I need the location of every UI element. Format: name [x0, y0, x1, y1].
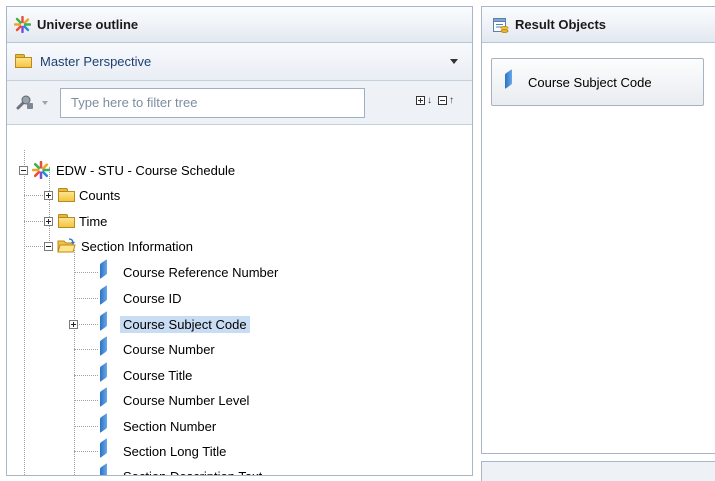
tree-item-label: Course Number — [123, 341, 215, 357]
tree-connector-line — [74, 298, 98, 299]
tree-folder-section-information[interactable]: Section Information — [57, 236, 196, 256]
expand-time-toggle[interactable] — [44, 217, 53, 226]
expand-course-subject-code-toggle[interactable] — [69, 320, 78, 329]
collapse-root-toggle[interactable] — [19, 166, 28, 175]
tree-connector-line — [74, 272, 98, 273]
tree-folder-counts[interactable]: Counts — [57, 185, 123, 205]
tree-folder-time[interactable]: Time — [57, 211, 110, 231]
perspective-label: Master Perspective — [40, 54, 152, 69]
tree-root[interactable]: EDW - STU - Course Schedule — [32, 160, 238, 180]
dimension-object-icon — [99, 290, 109, 306]
universe-outline-header: Universe outline — [7, 7, 472, 43]
dimension-object-icon — [99, 316, 109, 332]
collapse-all-icon[interactable]: ↑ — [438, 95, 456, 109]
dimension-object-icon — [99, 392, 109, 408]
tree-root-label: EDW - STU - Course Schedule — [56, 162, 236, 178]
tree-item[interactable]: Course Number Level — [99, 390, 252, 410]
tree-item[interactable]: Section Description Text — [99, 466, 265, 476]
expand-counts-toggle[interactable] — [44, 191, 53, 200]
dimension-object-icon — [99, 264, 109, 280]
tree-item[interactable]: Section Number — [99, 416, 219, 436]
tree-item-label: Course Reference Number — [123, 264, 279, 280]
dimension-object-icon — [504, 74, 514, 90]
folder-label: Section Information — [81, 238, 194, 254]
tree-connector-line — [74, 250, 75, 475]
tree-connector-line — [74, 349, 98, 350]
tree-item-selected[interactable]: Course Subject Code — [99, 314, 250, 334]
tree-connector-line — [24, 246, 45, 247]
tree-item[interactable]: Section Long Title — [99, 441, 229, 461]
dimension-object-icon — [99, 468, 109, 475]
result-object-label: Course Subject Code — [528, 74, 652, 90]
perspective-folder-icon — [14, 54, 33, 69]
result-object-chip[interactable]: Course Subject Code — [491, 58, 704, 106]
tree-item[interactable]: Course Reference Number — [99, 262, 281, 282]
universe-outline-panel: Universe outline Master Perspective ↓ ↑ — [6, 6, 473, 476]
tree-connector-line — [24, 221, 45, 222]
tools-menu-caret-icon[interactable] — [42, 100, 48, 105]
universe-outline-title: Universe outline — [37, 17, 139, 32]
universe-star-icon — [32, 161, 50, 179]
tree-item-label: Course Title — [123, 367, 193, 383]
tree-connector-line — [74, 375, 98, 376]
tree-connector-line — [74, 400, 98, 401]
result-objects-title: Result Objects — [515, 17, 607, 32]
dimension-object-icon — [99, 341, 109, 357]
filter-toolbar: ↓ ↑ — [7, 81, 472, 125]
folder-label: Counts — [79, 187, 121, 203]
tree-item[interactable]: Course Number — [99, 339, 218, 359]
result-objects-icon — [492, 16, 509, 33]
folder-label: Time — [79, 213, 108, 229]
universe-tree: EDW - STU - Course Schedule Counts Time … — [7, 125, 447, 476]
result-objects-header: Result Objects — [482, 7, 715, 43]
tree-connector-line — [74, 451, 98, 452]
dimension-object-icon — [99, 418, 109, 434]
tree-connector-line — [74, 426, 98, 427]
chevron-down-icon[interactable] — [450, 59, 458, 64]
folder-open-icon — [57, 238, 76, 253]
tree-item-label: Course Subject Code — [120, 315, 250, 333]
tree-item[interactable]: Course Title — [99, 365, 195, 385]
folder-icon — [57, 187, 76, 203]
universe-star-icon — [13, 15, 32, 34]
tree-connector-line — [79, 324, 98, 325]
tree-item-label: Section Long Title — [123, 443, 227, 459]
dimension-object-icon — [99, 443, 109, 459]
tree-item-label: Section Number — [123, 418, 217, 434]
perspective-selector[interactable]: Master Perspective — [7, 43, 472, 81]
tree-connector-line — [24, 150, 25, 475]
tree-item[interactable]: Course ID — [99, 288, 185, 308]
tools-icon[interactable] — [15, 94, 35, 112]
folder-icon — [57, 213, 76, 229]
filter-tree-input[interactable] — [60, 87, 365, 118]
collapse-section-information-toggle[interactable] — [44, 242, 53, 251]
query-filters-panel-edge — [481, 461, 715, 481]
tree-connector-line — [24, 195, 45, 196]
dimension-object-icon — [99, 367, 109, 383]
result-objects-panel: Result Objects Course Subject Code — [481, 6, 715, 454]
expand-all-icon[interactable]: ↓ — [416, 95, 434, 109]
tree-item-label: Course Number Level — [123, 392, 250, 408]
tree-item-label: Course ID — [123, 290, 182, 306]
